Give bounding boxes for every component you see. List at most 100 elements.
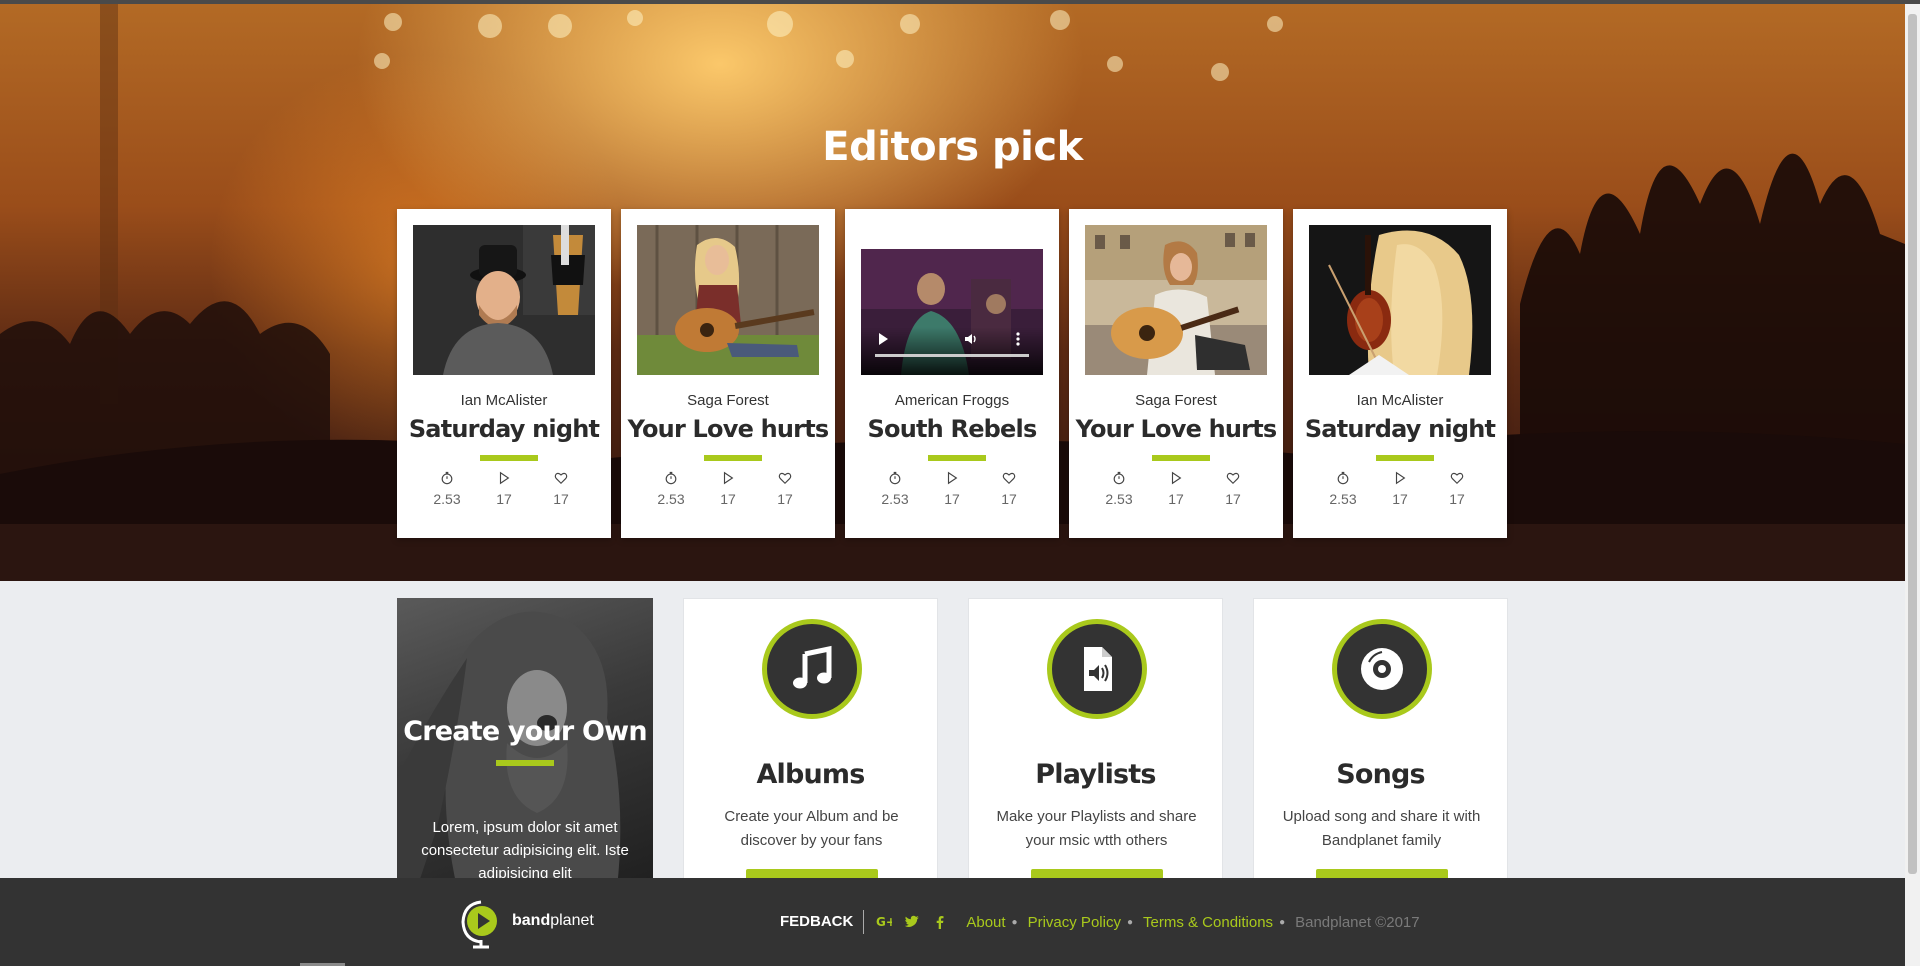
play-icon: [476, 471, 532, 487]
terms-conditions-link[interactable]: Terms & Conditions: [1143, 914, 1273, 931]
duration-stat: 2.53: [867, 471, 923, 507]
audio-file-icon: [1047, 619, 1147, 719]
plays-value: 17: [1392, 491, 1408, 507]
about-link[interactable]: About: [966, 914, 1005, 931]
likes-stat[interactable]: 17: [1205, 471, 1261, 507]
stopwatch-icon: [1091, 471, 1147, 487]
song-stats: 2.53 17 17: [643, 471, 813, 507]
duration-stat: 2.53: [643, 471, 699, 507]
facebook-icon[interactable]: [932, 914, 948, 930]
song-title[interactable]: Your Love hurts: [1069, 415, 1283, 443]
likes-stat[interactable]: 17: [981, 471, 1037, 507]
google-plus-icon[interactable]: G+: [876, 914, 892, 930]
song-card[interactable]: Ian McAlister Saturday night 2.53 17 17: [397, 209, 611, 538]
heart-icon: [757, 471, 813, 487]
accent-bar: [704, 455, 762, 461]
likes-value: 17: [1001, 491, 1017, 507]
plays-stat[interactable]: 17: [1148, 471, 1204, 507]
play-icon: [700, 471, 756, 487]
social-links: G+: [876, 914, 960, 930]
feature-title: Albums: [756, 759, 865, 790]
separator-dot: ●: [1279, 916, 1286, 928]
likes-stat[interactable]: 17: [757, 471, 813, 507]
accent-bar: [1376, 455, 1434, 461]
brand-name[interactable]: bandplanet: [512, 912, 594, 930]
artist-name: Ian McAlister: [1356, 392, 1444, 409]
plays-value: 17: [1168, 491, 1184, 507]
play-icon[interactable]: [879, 333, 888, 345]
separator-dot: ●: [1011, 916, 1018, 928]
accent-bar: [480, 455, 538, 461]
plays-value: 17: [496, 491, 512, 507]
plays-stat[interactable]: 17: [476, 471, 532, 507]
separator-dot: ●: [1126, 916, 1133, 928]
artist-name: Saga Forest: [1135, 392, 1217, 409]
plays-stat[interactable]: 17: [1372, 471, 1428, 507]
likes-stat[interactable]: 17: [533, 471, 589, 507]
plays-stat[interactable]: 17: [924, 471, 980, 507]
song-title[interactable]: South Rebels: [845, 415, 1059, 443]
duration-value: 2.53: [1329, 491, 1357, 507]
song-card[interactable]: Ian McAlister Saturday night 2.53 17 17: [1293, 209, 1507, 538]
editors-pick-section: Editors pick Ian McAlister Saturday nigh…: [0, 4, 1905, 581]
editors-pick-title: Editors pick: [822, 124, 1083, 170]
artist-name: American Froggs: [894, 392, 1010, 409]
accent-bar: [928, 455, 986, 461]
copyright: Bandplanet ©2017: [1295, 913, 1420, 931]
privacy-policy-link[interactable]: Privacy Policy: [1028, 914, 1121, 931]
heart-icon: [981, 471, 1037, 487]
duration-value: 2.53: [881, 491, 909, 507]
song-title[interactable]: Saturday night: [397, 415, 611, 443]
svg-text:G+: G+: [876, 915, 892, 929]
feature-title: Songs: [1336, 759, 1425, 790]
likes-value: 17: [1449, 491, 1465, 507]
footer: bandplanet FEDBACK G+ About ● Privacy Pol…: [0, 878, 1905, 966]
duration-stat: 2.53: [1091, 471, 1147, 507]
feature-description: Create your Album and be discover by you…: [724, 808, 899, 849]
scrollbar-thumb[interactable]: [1908, 14, 1917, 874]
brand-bold: band: [512, 912, 551, 929]
likes-value: 17: [553, 491, 569, 507]
play-icon: [1372, 471, 1428, 487]
playlists-card: Playlists Make your Playlists and share …: [968, 598, 1223, 893]
video-progress-track[interactable]: [875, 354, 1029, 357]
likes-value: 17: [1225, 491, 1241, 507]
feature-description: Upload song and share it with Bandplanet…: [1282, 808, 1481, 849]
create-description: Lorem, ipsum dolor sit amet consectetur …: [421, 819, 629, 882]
disc-icon: [1332, 619, 1432, 719]
feedback-link[interactable]: FEDBACK: [780, 910, 865, 934]
song-cover-image: [413, 225, 595, 375]
albums-card: Albums Create your Album and be discover…: [683, 598, 938, 893]
song-cover-image: [1309, 225, 1491, 375]
song-cover-image: [1085, 225, 1267, 375]
song-stats: 2.53 17 17: [1315, 471, 1485, 507]
play-icon: [924, 471, 980, 487]
duration-value: 2.53: [1105, 491, 1133, 507]
likes-value: 17: [777, 491, 793, 507]
stopwatch-icon: [419, 471, 475, 487]
likes-stat[interactable]: 17: [1429, 471, 1485, 507]
song-card[interactable]: American Froggs South Rebels 2.53 17 17: [845, 209, 1059, 538]
song-stats: 2.53 17 17: [867, 471, 1037, 507]
volume-icon[interactable]: [963, 331, 979, 347]
song-card[interactable]: Saga Forest Your Love hurts 2.53 17 17: [1069, 209, 1283, 538]
video-player[interactable]: [861, 249, 1043, 375]
stopwatch-icon: [1315, 471, 1371, 487]
duration-value: 2.53: [433, 491, 461, 507]
duration-stat: 2.53: [419, 471, 475, 507]
feature-description: Make your Playlists and share your msic …: [996, 808, 1197, 849]
song-cover-image: [637, 225, 819, 375]
song-card[interactable]: Saga Forest Your Love hurts 2.53 17 17: [621, 209, 835, 538]
artist-name: Saga Forest: [687, 392, 769, 409]
song-title[interactable]: Saturday night: [1293, 415, 1507, 443]
song-stats: 2.53 17 17: [1091, 471, 1261, 507]
create-your-own-card[interactable]: Create your Own Lorem, ipsum dolor sit a…: [397, 598, 653, 888]
heart-icon: [1205, 471, 1261, 487]
bandplanet-logo-icon[interactable]: [460, 894, 502, 950]
more-options-icon[interactable]: [1016, 331, 1020, 347]
vertical-scrollbar[interactable]: [1905, 4, 1920, 966]
twitter-icon[interactable]: [904, 914, 920, 930]
song-title[interactable]: Your Love hurts: [621, 415, 835, 443]
song-stats: 2.53 17 17: [419, 471, 589, 507]
plays-stat[interactable]: 17: [700, 471, 756, 507]
